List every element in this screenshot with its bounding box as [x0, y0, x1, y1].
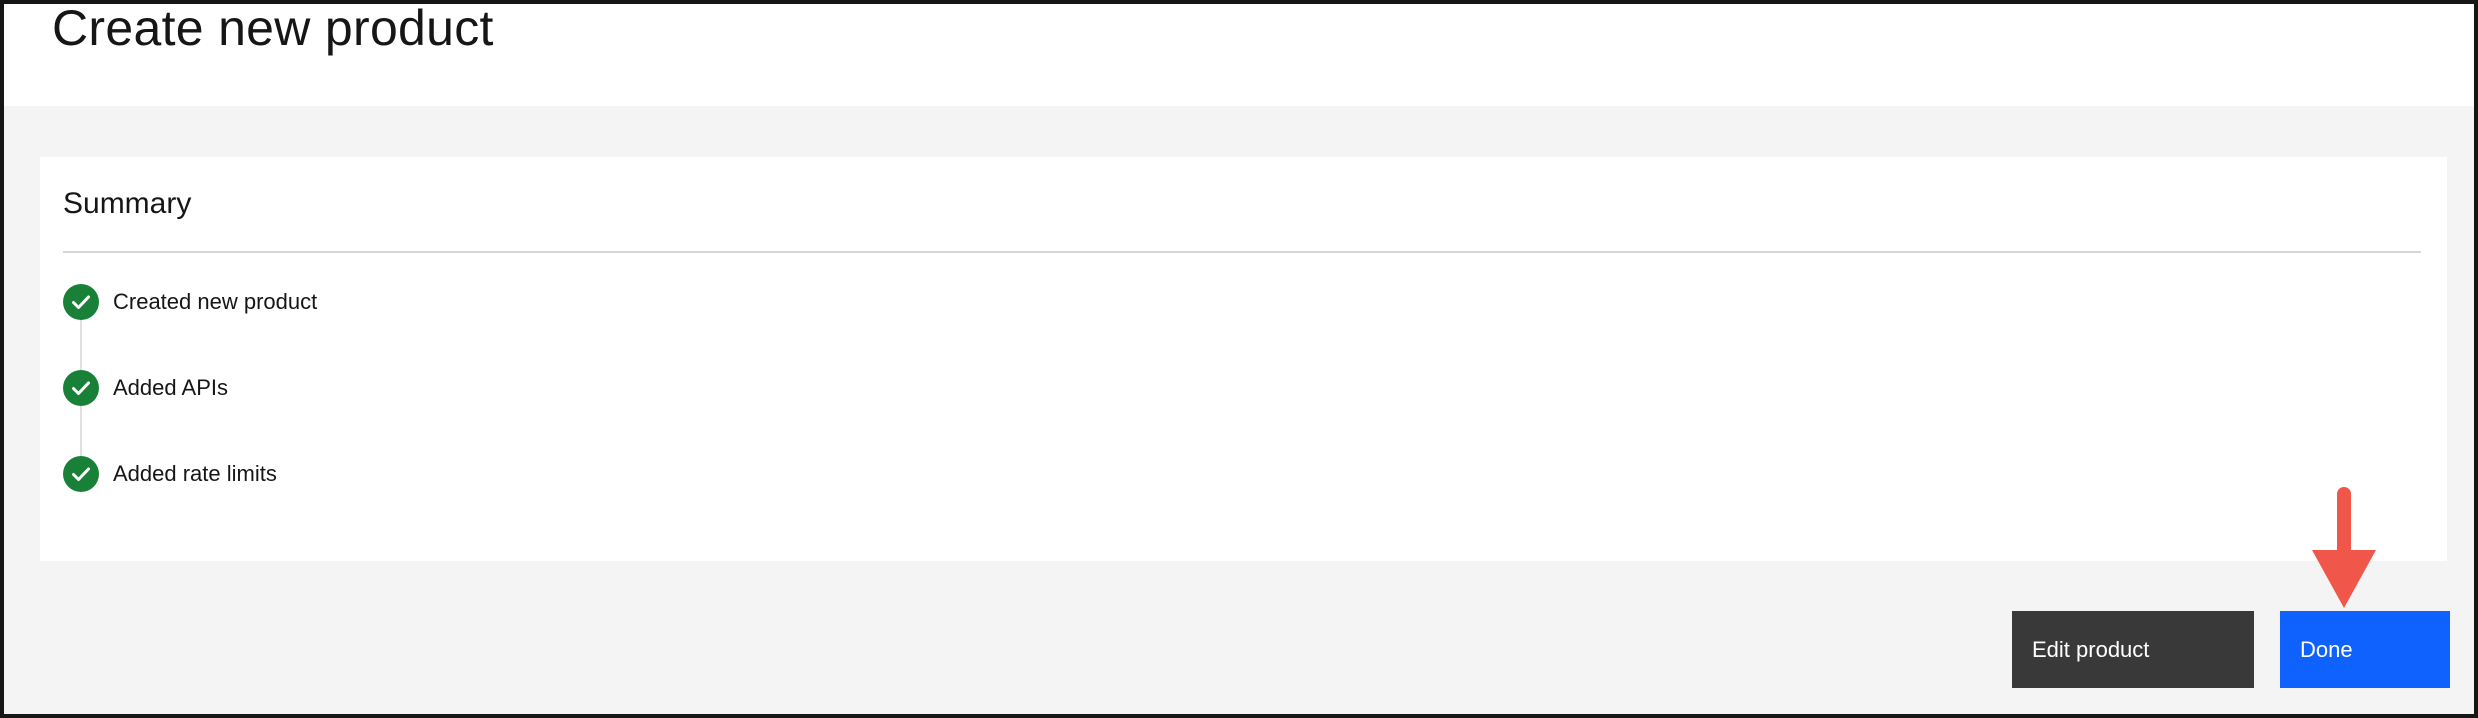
page-title: Create new product — [52, 0, 494, 56]
app-window: Create new product Summary Created new p… — [0, 0, 2478, 718]
step-connector — [80, 406, 82, 456]
step-label: Added rate limits — [113, 461, 277, 486]
step-item: Added APIs — [63, 370, 663, 406]
edit-product-button[interactable]: Edit product — [2012, 611, 2254, 688]
checkmark-circle-icon — [63, 284, 99, 320]
annotation-arrow-icon — [2312, 487, 2376, 608]
summary-title: Summary — [63, 187, 192, 220]
step-item: Added rate limits — [63, 456, 663, 492]
divider — [63, 251, 2421, 253]
step-connector — [80, 320, 82, 370]
summary-card: Summary Created new product Added APIs A… — [40, 157, 2447, 561]
checkmark-circle-icon — [63, 456, 99, 492]
page-header: Create new product — [4, 4, 2474, 106]
checkmark-circle-icon — [63, 370, 99, 406]
done-button[interactable]: Done — [2280, 611, 2450, 688]
step-label: Created new product — [113, 289, 318, 314]
step-item: Created new product — [63, 284, 663, 320]
step-label: Added APIs — [113, 375, 228, 400]
